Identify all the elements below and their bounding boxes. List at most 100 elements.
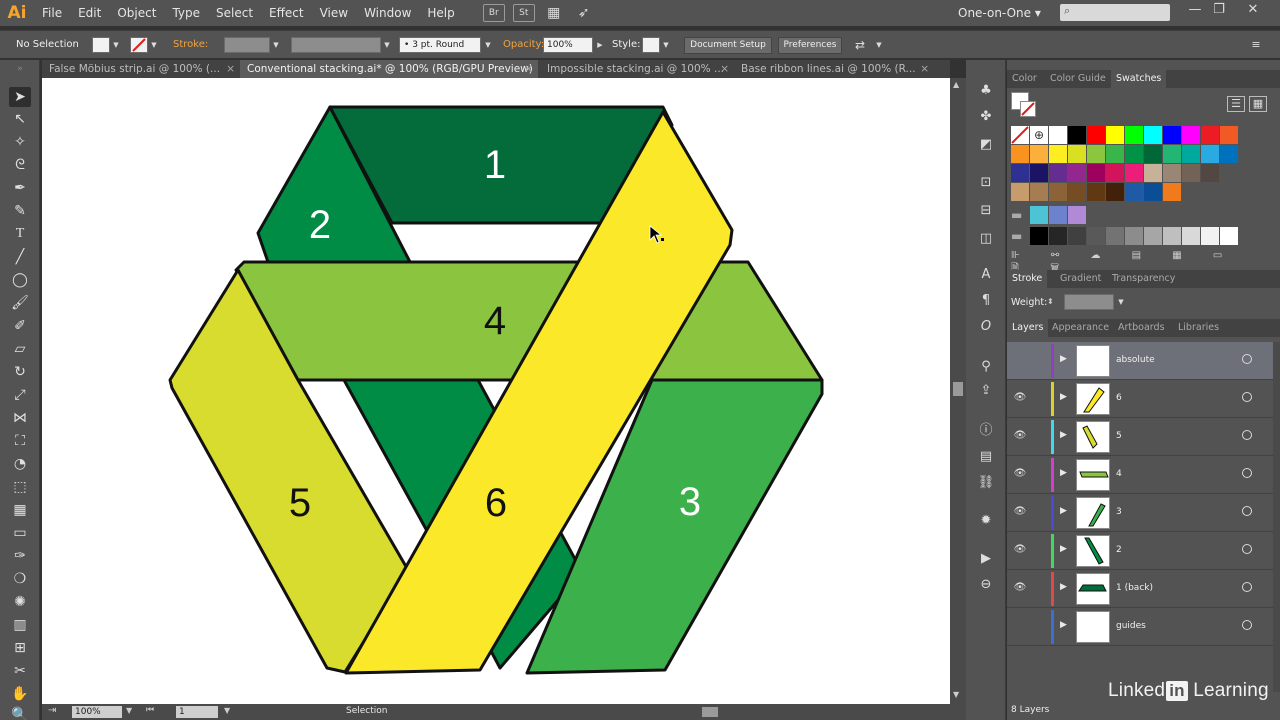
rotate-view-icon[interactable]: ⇥: [48, 705, 56, 716]
eye-icon[interactable]: 👁: [1013, 506, 1027, 518]
swatch[interactable]: [1125, 126, 1143, 144]
gray-swatch[interactable]: [1163, 227, 1181, 245]
layer-name[interactable]: 1 (back): [1116, 583, 1153, 593]
zoom-dropdown[interactable]: ▼: [126, 706, 132, 715]
stroke-swatch[interactable]: [130, 37, 148, 53]
layer-name[interactable]: 4: [1116, 469, 1122, 479]
swatch-group-cyan[interactable]: [1030, 206, 1048, 224]
swatch[interactable]: [1201, 164, 1219, 182]
variable-width-profile[interactable]: [291, 37, 381, 53]
registration-swatch-icon[interactable]: ⊕: [1030, 126, 1048, 144]
stroke-weight-dropdown[interactable]: ▼: [271, 37, 281, 53]
fill-stroke-indicator[interactable]: [1011, 92, 1037, 118]
fill-swatch[interactable]: [92, 37, 110, 53]
info-icon[interactable]: ⓘ: [976, 422, 996, 440]
swatch[interactable]: [1087, 183, 1105, 201]
pathfinder-icon[interactable]: ◫: [976, 230, 996, 248]
stroke-color-dropdown[interactable]: ▼: [149, 37, 159, 53]
pen-tool-icon[interactable]: ✒: [9, 178, 31, 198]
arrange-icon[interactable]: ⇄: [852, 37, 868, 53]
swatch[interactable]: [1087, 126, 1105, 144]
first-artboard-icon[interactable]: ⏮: [146, 705, 154, 715]
tab-false-mobius[interactable]: False Möbius strip.ai @ 100% (... ×: [42, 60, 240, 78]
layer-name[interactable]: 3: [1116, 507, 1122, 517]
tab-impossible-stacking[interactable]: Impossible stacking.ai @ 100% ... ×: [540, 60, 734, 78]
swatch-pattern-water[interactable]: [1125, 183, 1143, 201]
navigator-icon[interactable]: ⊖: [976, 576, 996, 594]
expand-arrow-icon[interactable]: ▶: [1060, 620, 1067, 630]
layer-name[interactable]: guides: [1116, 621, 1146, 631]
stroke-weight-dropdown[interactable]: ▼: [1115, 294, 1127, 310]
menu-view[interactable]: View: [312, 0, 356, 26]
menu-edit[interactable]: Edit: [70, 0, 109, 26]
rotate-tool-icon[interactable]: ↻: [9, 362, 31, 382]
tab-appearance[interactable]: Appearance: [1047, 319, 1114, 337]
menu-file[interactable]: File: [34, 0, 70, 26]
artboard-number-field[interactable]: 1: [176, 706, 218, 718]
swatch[interactable]: [1030, 183, 1048, 201]
swatch[interactable]: [1163, 145, 1181, 163]
tab-color-guide[interactable]: Color Guide: [1045, 70, 1111, 88]
stock-icon[interactable]: St: [512, 4, 535, 22]
swatch[interactable]: [1068, 164, 1086, 182]
symbol-sprayer-tool-icon[interactable]: ✺: [9, 592, 31, 612]
search-input[interactable]: ⌕: [1060, 4, 1170, 21]
selection-tool-icon[interactable]: ➤: [9, 87, 31, 107]
restore-button[interactable]: ❐: [1206, 0, 1232, 22]
gray-swatch[interactable]: [1106, 227, 1124, 245]
expand-arrow-icon[interactable]: ▶: [1060, 468, 1067, 478]
swatch[interactable]: [1049, 126, 1067, 144]
transform-icon[interactable]: ⊟: [976, 202, 996, 220]
swatch[interactable]: [1163, 164, 1181, 182]
profile-dropdown[interactable]: ▼: [382, 37, 392, 53]
direct-selection-tool-icon[interactable]: ↖: [9, 109, 31, 129]
gray-swatch[interactable]: [1125, 227, 1143, 245]
swatch-pattern-orange[interactable]: [1163, 183, 1181, 201]
target-icon[interactable]: [1242, 582, 1252, 592]
free-transform-tool-icon[interactable]: ⛶: [9, 431, 31, 451]
blend-tool-icon[interactable]: ❍: [9, 569, 31, 589]
eye-icon[interactable]: 👁: [1013, 544, 1027, 556]
tab-gradient[interactable]: Gradient: [1055, 270, 1106, 288]
tab-artboards[interactable]: Artboards: [1113, 319, 1170, 337]
column-graph-tool-icon[interactable]: ▥: [9, 615, 31, 635]
layers-scrollbar[interactable]: [1273, 342, 1280, 692]
expand-arrow-icon[interactable]: ▶: [1060, 506, 1067, 516]
width-tool-icon[interactable]: ⋈: [9, 408, 31, 428]
eyedropper-tool-icon[interactable]: ✑: [9, 546, 31, 566]
eye-icon[interactable]: 👁: [1013, 430, 1027, 442]
stroke-weight-field[interactable]: [224, 37, 270, 53]
zoom-field[interactable]: 100%: [72, 706, 122, 718]
slice-tool-icon[interactable]: ✂: [9, 661, 31, 681]
opacity-field[interactable]: 100%: [543, 37, 593, 53]
zoom-tool-icon[interactable]: 🔍: [9, 705, 31, 720]
scroll-up-icon[interactable]: ▲: [953, 80, 959, 89]
graphic-styles-icon[interactable]: ◩: [976, 136, 996, 154]
swatch[interactable]: [1087, 145, 1105, 163]
collapse-tools-icon[interactable]: »: [9, 59, 31, 79]
panel-menu-icon[interactable]: ≡: [1248, 37, 1264, 53]
brush-dropdown[interactable]: ▼: [483, 37, 493, 53]
mesh-tool-icon[interactable]: ▦: [9, 500, 31, 520]
scroll-down-icon[interactable]: ▼: [953, 690, 959, 699]
tab-transparency[interactable]: Transparency: [1107, 270, 1180, 288]
menu-select[interactable]: Select: [208, 0, 261, 26]
swatch[interactable]: [1163, 126, 1181, 144]
swatch[interactable]: [1106, 164, 1124, 182]
swatch[interactable]: [1125, 164, 1143, 182]
swatch-group-blue[interactable]: [1049, 206, 1067, 224]
swatch[interactable]: [1049, 145, 1067, 163]
shaper-tool-icon[interactable]: ✐: [9, 316, 31, 336]
gray-swatch[interactable]: [1068, 227, 1086, 245]
graphic-style-swatch[interactable]: [642, 37, 660, 53]
swatch[interactable]: [1011, 183, 1029, 201]
swatch[interactable]: [1182, 164, 1200, 182]
curvature-tool-icon[interactable]: ✎: [9, 201, 31, 221]
menu-effect[interactable]: Effect: [261, 0, 312, 26]
tab-stroke[interactable]: Stroke: [1007, 270, 1048, 288]
target-icon[interactable]: [1242, 544, 1252, 554]
layer-row-absolute[interactable]: ▶ absolute: [1007, 342, 1273, 380]
swatch-group-violet[interactable]: [1068, 206, 1086, 224]
swatch[interactable]: [1106, 126, 1124, 144]
layer-row-6[interactable]: 👁 ▶ 6: [1007, 380, 1273, 418]
